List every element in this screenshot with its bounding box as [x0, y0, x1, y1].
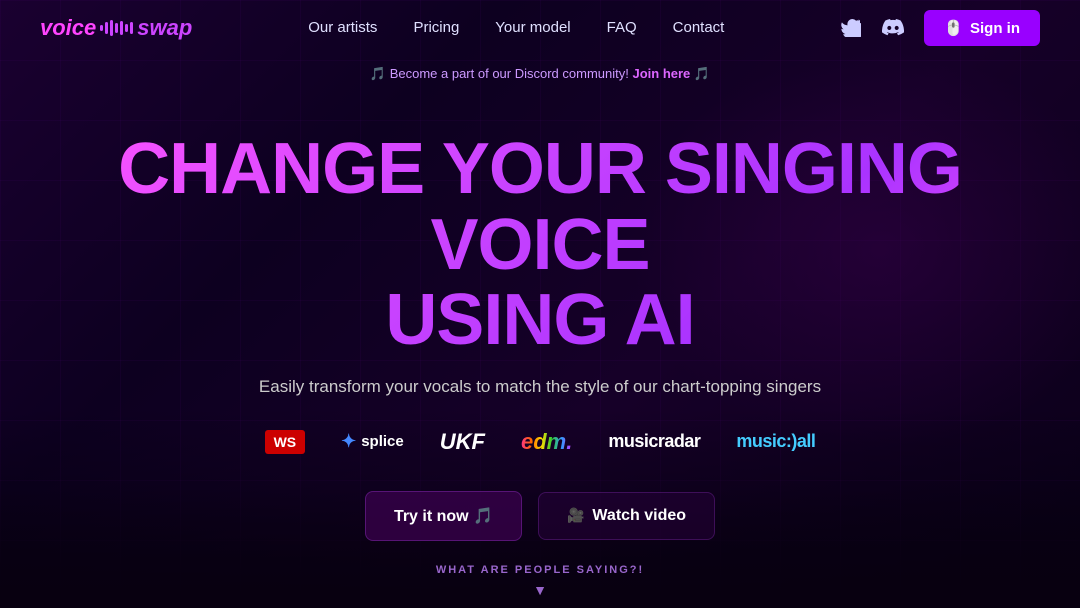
wave-bar-3: [110, 20, 113, 36]
logo-splice: ✦ splice: [341, 431, 404, 452]
wave-bar-2: [105, 22, 108, 34]
logo-ws: WS: [265, 430, 306, 454]
logo-musicall: music:)all: [736, 431, 815, 452]
sign-in-button[interactable]: 🖱️ Sign in: [924, 10, 1040, 46]
hero-section: CHANGE YOUR SINGING VOICE USING AI Easil…: [0, 92, 1080, 561]
nav-item-faq[interactable]: FAQ: [607, 19, 637, 37]
logo-swap: swap: [137, 15, 192, 41]
discord-banner: 🎵 Become a part of our Discord community…: [0, 56, 1080, 92]
wave-bar-7: [130, 22, 133, 34]
nav-link-our-artists[interactable]: Our artists: [308, 19, 377, 36]
nav-item-pricing[interactable]: Pricing: [413, 19, 459, 37]
video-camera-icon: 🎥: [567, 507, 584, 524]
nav-item-our-artists[interactable]: Our artists: [308, 19, 377, 37]
logo-musicradar: musicradar: [608, 431, 700, 452]
cta-buttons: Try it now 🎵 🎥 Watch video: [20, 491, 1060, 541]
chevron-down-icon[interactable]: ▼: [0, 582, 1080, 598]
hero-title-line1: CHANGE YOUR SINGING VOICE: [118, 129, 962, 285]
discord-join-link[interactable]: Join here: [632, 66, 690, 81]
wave-bar-5: [120, 21, 123, 35]
nav-links: Our artists Pricing Your model FAQ Conta…: [308, 19, 724, 37]
wave-bar-1: [100, 25, 103, 31]
nav-link-faq[interactable]: FAQ: [607, 19, 637, 36]
hero-subtitle: Easily transform your vocals to match th…: [20, 377, 1060, 397]
nav-item-contact[interactable]: Contact: [673, 19, 725, 37]
wave-bar-4: [115, 23, 118, 33]
try-it-now-button[interactable]: Try it now 🎵: [365, 491, 522, 541]
nav-link-pricing[interactable]: Pricing: [413, 19, 459, 36]
watch-video-label: Watch video: [592, 507, 686, 525]
sign-in-label: Sign in: [970, 20, 1020, 37]
banner-text-prefix: 🎵 Become a part of our Discord community…: [370, 66, 629, 81]
nav-item-your-model[interactable]: Your model: [495, 19, 570, 37]
discord-icon[interactable]: [882, 17, 904, 39]
nav-link-your-model[interactable]: Your model: [495, 19, 570, 36]
what-people-saying-label: WHAT ARE PEOPLE SAYING?!: [0, 564, 1080, 576]
splice-star-icon: ✦: [341, 431, 356, 452]
cursor-icon: 🖱️: [944, 19, 963, 37]
logo-edm: edm.: [521, 429, 572, 455]
logo[interactable]: voice swap: [40, 15, 192, 41]
watch-video-button[interactable]: 🎥 Watch video: [538, 492, 715, 540]
nav-right: 🖱️ Sign in: [840, 10, 1040, 46]
wave-bar-6: [125, 24, 128, 32]
navbar: voice swap Our artists Pricing Your mode…: [0, 0, 1080, 56]
hero-title-line2: USING AI: [385, 280, 694, 360]
banner-text-suffix: 🎵: [694, 66, 710, 81]
bottom-section: WHAT ARE PEOPLE SAYING?! ▼: [0, 564, 1080, 608]
nav-link-contact[interactable]: Contact: [673, 19, 725, 36]
twitter-icon[interactable]: [840, 17, 862, 39]
logo-waveform: [100, 20, 133, 36]
logo-voice: voice: [40, 15, 96, 41]
logo-ukf: UKF: [440, 429, 485, 455]
partner-logos: WS ✦ splice UKF edm. musicradar music:)a…: [20, 429, 1060, 455]
splice-text: splice: [361, 433, 404, 450]
hero-title: CHANGE YOUR SINGING VOICE USING AI: [20, 132, 1060, 359]
